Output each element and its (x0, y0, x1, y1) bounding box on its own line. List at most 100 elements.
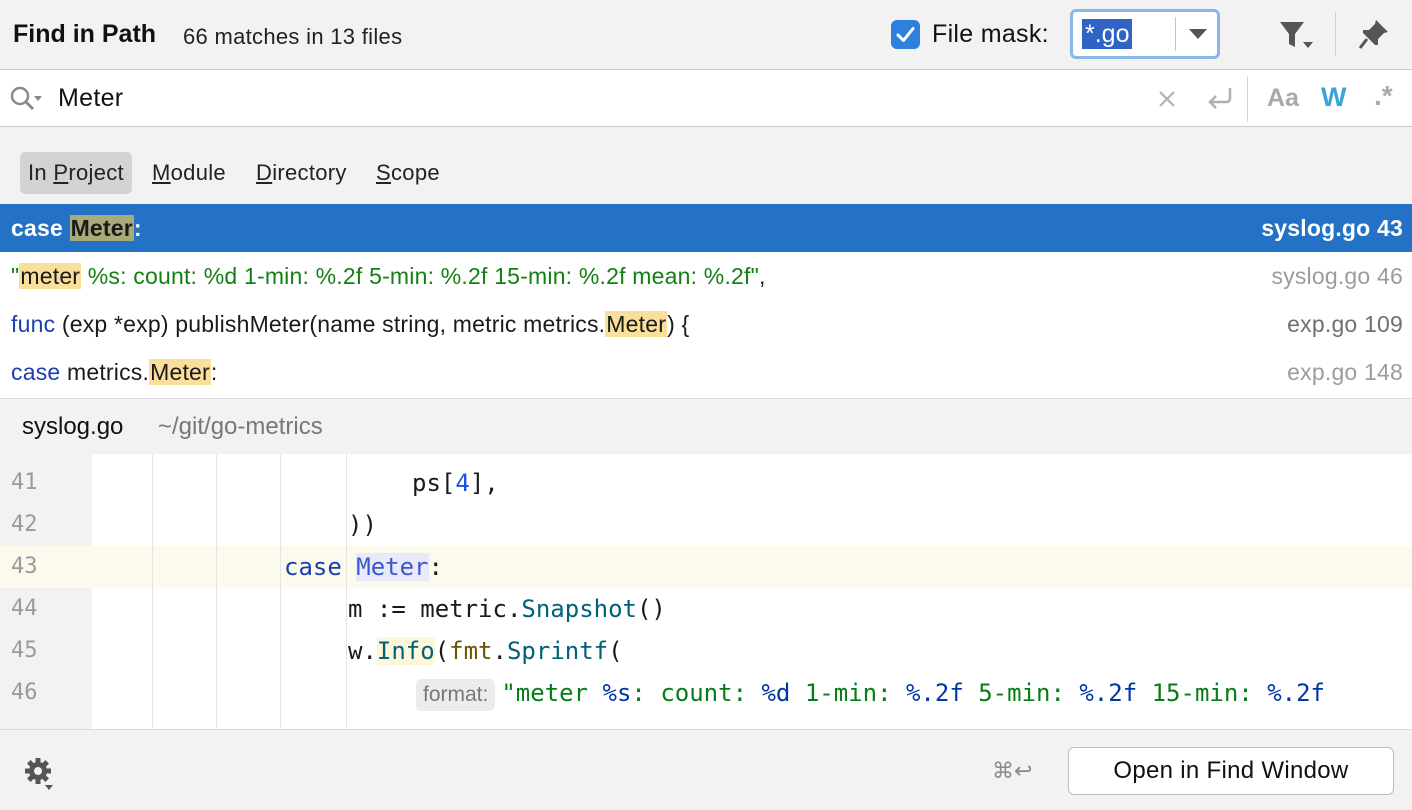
new-line-icon[interactable] (1206, 86, 1234, 112)
code-token: m := metric. (348, 595, 522, 623)
code-token: (exp *exp) publishMeter(name string, met… (55, 311, 606, 337)
search-input[interactable]: Meter (58, 84, 123, 113)
result-text: case Meter: (11, 204, 142, 252)
code-token: Snapshot (521, 595, 637, 623)
result-row[interactable]: "meter %s: count: %d 1-min: %.2f 5-min: … (0, 252, 1412, 300)
code-line: 44 m := metric.Snapshot() (0, 588, 1412, 630)
code-token: case (11, 359, 61, 385)
code-token: ) { (667, 311, 690, 337)
file-mask-label: File mask: (932, 20, 1049, 48)
open-in-find-window-button[interactable]: Open in Find Window (1068, 747, 1394, 795)
indent-guide (152, 454, 153, 729)
result-file-location: exp.go 109 (1287, 311, 1403, 337)
chevron-down-icon[interactable] (1189, 29, 1207, 39)
scope-tab[interactable]: Scope (368, 152, 448, 194)
divider (1335, 12, 1336, 56)
indent-guide (280, 454, 281, 729)
scope-tab-label: In (28, 160, 54, 185)
file-mask-input[interactable]: *.go (1078, 17, 1176, 51)
code-token: case (11, 215, 70, 241)
result-text: "meter %s: count: %d 1-min: %.2f 5-min: … (11, 252, 766, 300)
code-token: %.2f (1079, 679, 1138, 707)
code-token: ps[ (412, 469, 456, 497)
scope-tabs: In Project Module Directory Scope (0, 127, 1412, 204)
pin-icon[interactable] (1358, 18, 1390, 50)
code-token: )) (348, 511, 377, 539)
code-token: Sprintf (506, 637, 609, 665)
whole-words-toggle[interactable]: W (1321, 82, 1346, 113)
line-number: 43 (0, 546, 92, 588)
code-token: %.2f (1267, 679, 1325, 707)
code-source: w.Info(fmt.Sprintf( (348, 630, 623, 672)
code-source: m := metric.Snapshot() (348, 588, 666, 630)
preview-file-path: ~/git/go-metrics (158, 413, 323, 440)
code-token: case (284, 553, 342, 581)
indent-guide (216, 454, 217, 729)
match-case-toggle[interactable]: Aa (1267, 84, 1299, 113)
line-number: 45 (11, 638, 38, 663)
code-token: : count: (631, 679, 762, 707)
code-preview[interactable]: 41 ps[4], 42)) 43 case Meter: 44 m := metric.S… (0, 454, 1412, 729)
scope-tab-label: irectory (272, 160, 347, 185)
code-token: %s (602, 679, 632, 707)
code-token: : (428, 553, 443, 581)
result-file-location: syslog.go 46 (1271, 263, 1403, 289)
result-row[interactable]: case Meter: syslog.go 43 (0, 204, 1412, 252)
footer: ⌘↩ Open in Find Window (0, 729, 1412, 810)
code-token: 15-min: (1137, 679, 1268, 707)
code-token: ], (469, 469, 499, 497)
match-highlight: Meter (356, 553, 429, 581)
code-line: 41 ps[4], (0, 462, 1412, 504)
code-line: 42)) (0, 504, 1412, 546)
match-highlight: Meter (149, 359, 211, 385)
preview-header: syslog.go ~/git/go-metrics (0, 398, 1412, 454)
result-row[interactable]: case metrics.Meter: exp.go 148 (0, 348, 1412, 396)
code-token: : (210, 359, 218, 385)
file-mask-value[interactable]: *.go (1082, 19, 1133, 49)
code-token: %.2f (905, 679, 964, 707)
line-number: 46 (11, 680, 38, 705)
code-token: : (133, 215, 142, 241)
regex-toggle[interactable]: .* (1374, 80, 1393, 112)
filter-icon[interactable] (1278, 20, 1314, 52)
search-bar: Meter Aa W .* (0, 70, 1412, 127)
file-mask-checkbox[interactable] (891, 20, 920, 49)
scope-tab[interactable]: In Project (20, 152, 132, 194)
code-token: w. (348, 637, 377, 665)
code-token: () (636, 595, 666, 623)
open-shortcut-hint: ⌘↩ (992, 758, 1033, 783)
result-text: func (exp *exp) publishMeter(name string… (11, 300, 689, 348)
results-list: case Meter: syslog.go 43 "meter %s: count:… (0, 204, 1412, 398)
result-row[interactable]: func (exp *exp) publishMeter(name string… (0, 300, 1412, 348)
scope-tab-label: D (256, 160, 273, 185)
code-token: ( (608, 637, 623, 665)
code-token: . (492, 637, 507, 665)
code-token: 4 (455, 469, 470, 497)
code-source: ps[4], (412, 462, 499, 504)
code-line: 43 case Meter: (0, 546, 1412, 588)
match-highlight: meter (19, 263, 82, 289)
code-line: 45 w.Info(fmt.Sprintf( (0, 630, 1412, 672)
clear-icon[interactable] (1158, 90, 1176, 108)
scope-tab-label: P (53, 160, 69, 185)
line-number: 44 (11, 596, 38, 621)
code-token: 1-min: (790, 679, 906, 707)
code-token: %s: count: %d 1-min: %.2f 5-min: %.2f 15… (81, 263, 759, 289)
code-token: ( (434, 637, 450, 665)
file-mask-combo[interactable]: *.go (1070, 9, 1220, 59)
match-highlight: Meter (605, 311, 668, 337)
scope-tab[interactable]: Directory (248, 152, 355, 194)
scope-tab[interactable]: Module (144, 152, 234, 194)
scope-tab-label: S (376, 160, 391, 185)
match-count: 66 matches in 13 files (183, 24, 403, 49)
line-number: 41 (11, 470, 38, 495)
preview-file-name: syslog.go (22, 413, 124, 440)
gear-icon[interactable] (24, 757, 56, 791)
find-header: Find in Path 66 matches in 13 files File… (0, 0, 1412, 70)
code-source: case Meter: (284, 546, 443, 588)
match-highlight: Meter (69, 215, 134, 241)
check-icon (896, 27, 915, 42)
search-icon[interactable] (9, 84, 45, 114)
scope-tab-label: roject (68, 160, 124, 185)
